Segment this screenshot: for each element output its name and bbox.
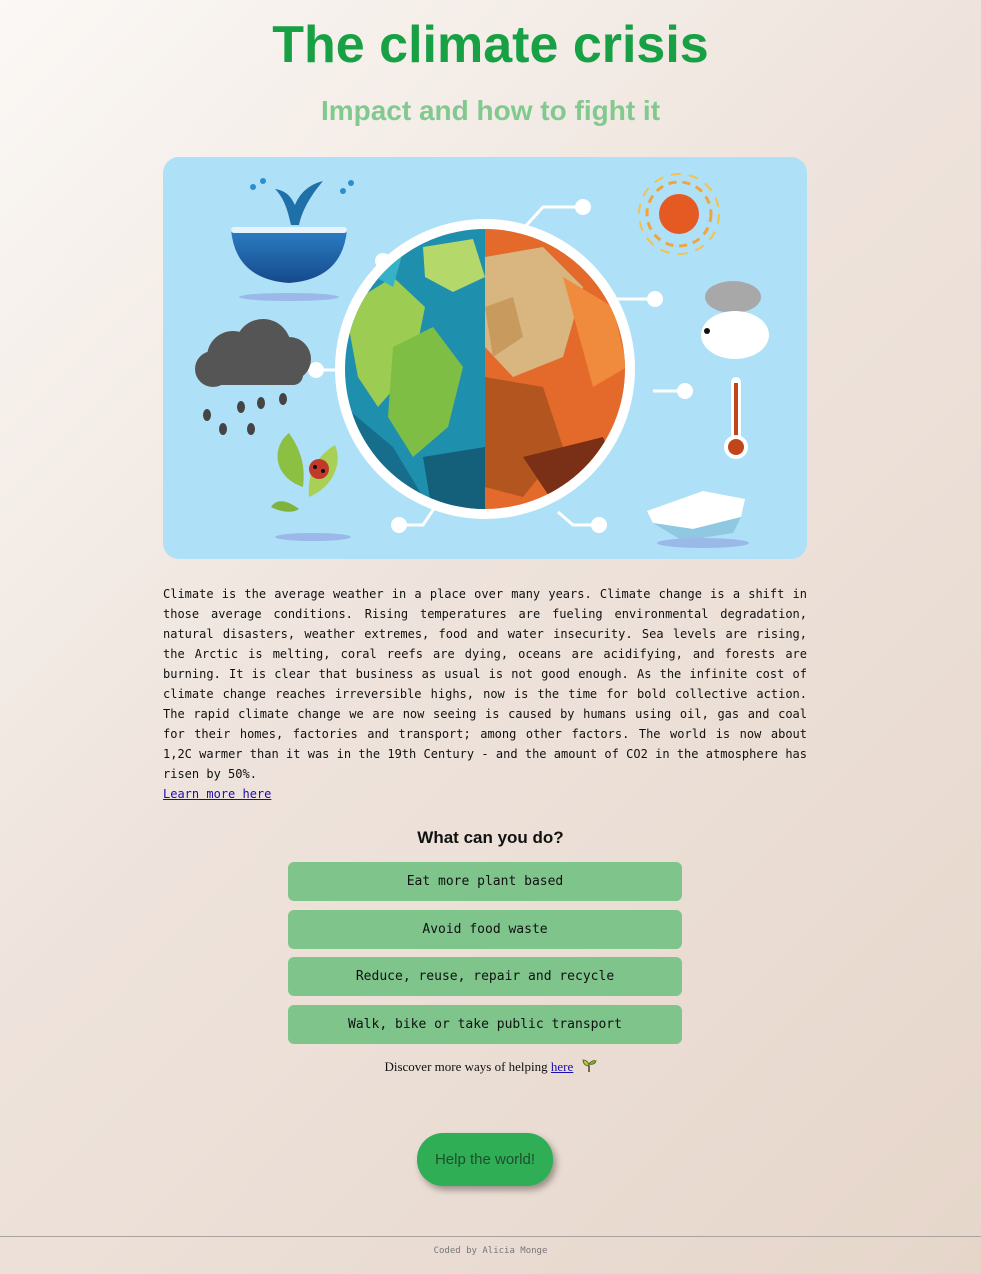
help-the-world-button[interactable]: Help the world! — [417, 1133, 553, 1186]
actions-heading: What can you do? — [417, 828, 564, 847]
action-button-plant-based[interactable]: Eat more plant based — [288, 862, 682, 901]
discover-text: Discover more ways of helping — [384, 1059, 548, 1074]
learn-more-link[interactable]: Learn more here — [163, 784, 271, 804]
footer-credit: Coded by Alicia Monge — [433, 1246, 548, 1256]
hero-illustration — [163, 157, 807, 559]
sprout-icon — [581, 1057, 597, 1079]
page-subtitle: Impact and how to fight it — [320, 95, 661, 126]
page-title: The climate crisis — [272, 16, 709, 74]
action-button-food-waste[interactable]: Avoid food waste — [288, 910, 682, 949]
action-button-recycle[interactable]: Reduce, reuse, repair and recycle — [288, 957, 682, 996]
discover-more: Discover more ways of helping here — [0, 1057, 981, 1079]
action-button-transport[interactable]: Walk, bike or take public transport — [288, 1005, 682, 1044]
footer-divider — [0, 1236, 981, 1237]
intro-paragraph: Climate is the average weather in a plac… — [163, 587, 807, 781]
discover-link[interactable]: here — [551, 1059, 573, 1074]
